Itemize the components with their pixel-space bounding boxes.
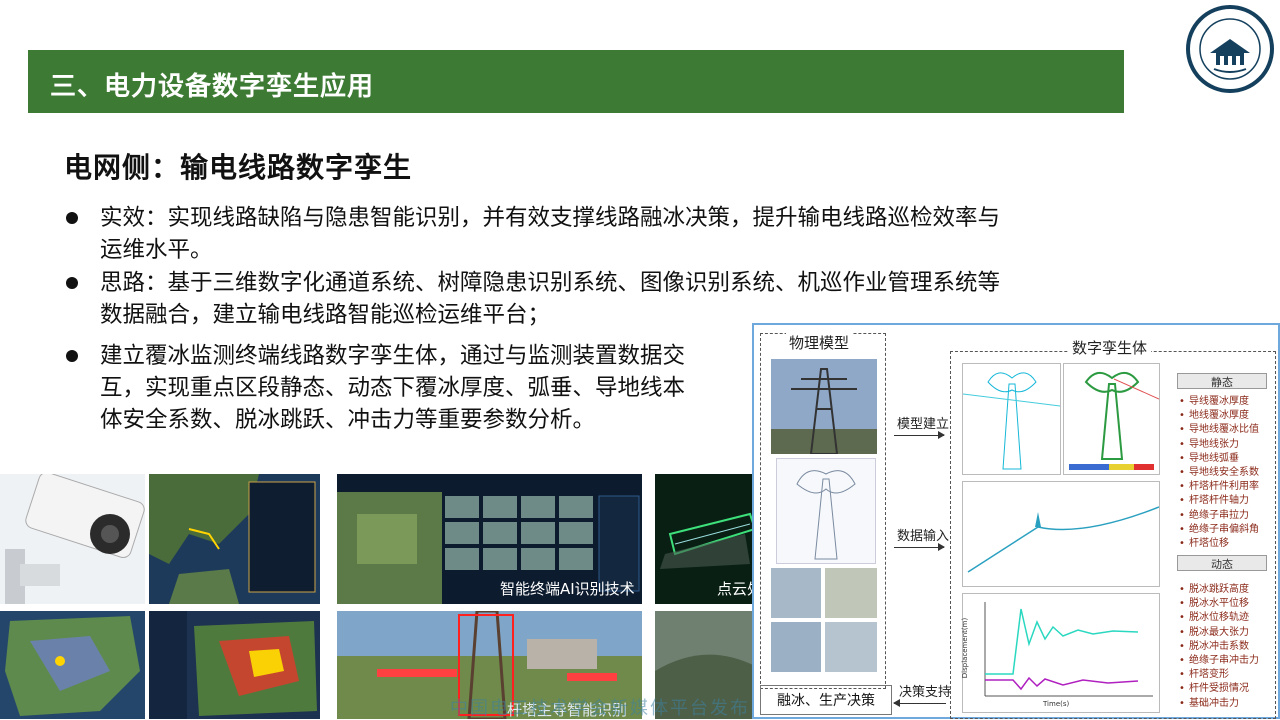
decision-support-arrow xyxy=(893,699,946,707)
dynamic-parameter-list: • 脱冰跳跃高度 • 脱冰水平位移 • 脱冰位移轨迹 • 脱冰最大张力 • 脱冰冲击系数 • 绝缘子串… xyxy=(1177,583,1259,711)
static-parameter-item: • 杆塔杆件轴力 xyxy=(1179,495,1249,507)
decision-box: 融冰、生产决策 xyxy=(760,685,892,715)
dynamic-parameter-item: • 脱冰跳跃高度 xyxy=(1179,584,1249,595)
physical-model-label: 物理模型 xyxy=(786,332,853,353)
university-logo xyxy=(1186,5,1274,93)
bullet-dot xyxy=(66,277,78,289)
static-parameter-item: • 杆塔杆件利用率 xyxy=(1179,481,1259,493)
static-header: 静态 xyxy=(1177,373,1267,389)
static-parameter-item: • 导地线张力 xyxy=(1179,438,1239,450)
slide-subtitle: 电网侧：输电线路数字孪生 xyxy=(64,151,413,184)
bullet-dot xyxy=(66,212,78,224)
plot-y-label: Displacement(m) xyxy=(961,617,970,679)
pointcloud-caption: 点云处 xyxy=(717,580,755,598)
bullet-3-line-2: 互，实现重点区段静态、动态下覆冰厚度、弧垂、导地线本 xyxy=(100,375,686,401)
map-satellite-panel xyxy=(149,474,320,604)
dynamic-parameter-item: • 杆件受损情况 xyxy=(1179,683,1249,695)
model-build-arrow xyxy=(894,431,945,439)
bullet-2-line-2: 数据融合，建立输电线路智能巡检运维平台； xyxy=(100,302,551,328)
static-parameter-item: • 导地线弧垂 xyxy=(1179,452,1239,464)
digital-twin-label: 数字孪生体 xyxy=(1068,337,1152,358)
dynamic-parameter-item: • 脱冰最大张力 xyxy=(1179,626,1249,638)
dynamic-parameter-item: • 脱冰冲击系数 xyxy=(1179,640,1249,652)
dynamic-header: 动态 xyxy=(1177,555,1267,571)
tower-photo xyxy=(771,359,877,455)
bullet-3-line-1: 建立覆冰监测终端线路数字孪生体，通过与监测装置数据交 xyxy=(100,343,686,369)
map-heatmap-blue xyxy=(0,611,145,719)
sensor-photo-3 xyxy=(771,622,821,672)
static-parameter-list: • 导线覆冰厚度 • 地线覆冰厚度 • 导地线覆冰比值 • 导地线张力 • 导地线弧垂 • 导地线安全… xyxy=(1177,395,1259,551)
dynamic-parameter-item: • 基础冲击力 xyxy=(1179,697,1239,709)
tower-model-cyan xyxy=(962,363,1061,475)
pointcloud-view: 点云处 xyxy=(655,474,755,604)
bullet-1-line-1: 实效：实现线路缺陷与隐患智能识别，并有效支撑线路融冰决策，提升输电线路巡检效率与 xyxy=(100,205,1001,231)
model-build-label: 模型建立 xyxy=(897,417,950,432)
sensor-photo-4 xyxy=(825,622,877,672)
static-parameter-item: • 绝缘子串偏斜角 xyxy=(1179,523,1259,535)
plot-x-label: Time(s) xyxy=(1043,700,1070,708)
section-title: 三、电力设备数字孪生应用 xyxy=(50,72,375,102)
camera-photo xyxy=(0,474,145,604)
map-heatmap-red xyxy=(149,611,320,719)
dynamic-parameter-item: • 脱冰位移轨迹 xyxy=(1179,612,1249,624)
ai-recognition-dashboard: 智能终端AI识别技术 xyxy=(337,474,642,604)
decision-support-label: 决策支持 xyxy=(899,685,952,700)
static-parameter-item: • 导线覆冰厚度 xyxy=(1179,396,1249,407)
data-input-label: 数据输入 xyxy=(897,529,950,544)
bullet-3-line-3: 体安全系数、脱冰跳跃、冲击力等重要参数分析。 xyxy=(100,407,596,433)
dynamic-parameter-item: • 绝缘子串冲击力 xyxy=(1179,655,1259,667)
ai-recognition-caption: 智能终端AI识别技术 xyxy=(500,580,635,598)
dynamic-parameter-item: • 脱冰水平位移 xyxy=(1179,598,1249,610)
tower-blueprint xyxy=(776,458,876,564)
dynamic-parameter-item: • 杆塔变形 xyxy=(1179,669,1229,681)
displacement-plot: Time(s) Displacement(m) xyxy=(961,593,1160,713)
tower-model-stress xyxy=(1063,363,1160,475)
bullet-2-line-1: 思路：基于三维数字化通道系统、树障隐患识别系统、图像识别系统、机巡作业管理系统等 xyxy=(100,270,1001,296)
static-parameter-item: • 杆塔位移 xyxy=(1179,538,1229,550)
static-parameter-item: • 导地线覆冰比值 xyxy=(1179,424,1259,436)
sensor-photo-2 xyxy=(825,568,877,618)
digital-twin-diagram: 物理模型 模型建立 数据输入 决策支持 融冰、生产决策 数字孪生体 Time(s… xyxy=(752,323,1280,719)
section-header-band: 三、电力设备数字孪生应用 xyxy=(28,50,1124,113)
sensor-photo-1 xyxy=(771,568,821,618)
static-parameter-item: • 地线覆冰厚度 xyxy=(1179,410,1249,422)
bullet-1-line-2: 运维水平。 xyxy=(100,237,213,263)
static-parameter-item: • 绝缘子串拉力 xyxy=(1179,509,1249,521)
bullet-dot xyxy=(66,350,78,362)
data-input-arrow xyxy=(894,543,945,551)
footer-watermark: 中国电工技术学会新媒体平台发布 xyxy=(450,698,750,719)
static-parameter-item: • 导地线安全系数 xyxy=(1179,467,1259,479)
line-sag-model xyxy=(962,481,1160,587)
